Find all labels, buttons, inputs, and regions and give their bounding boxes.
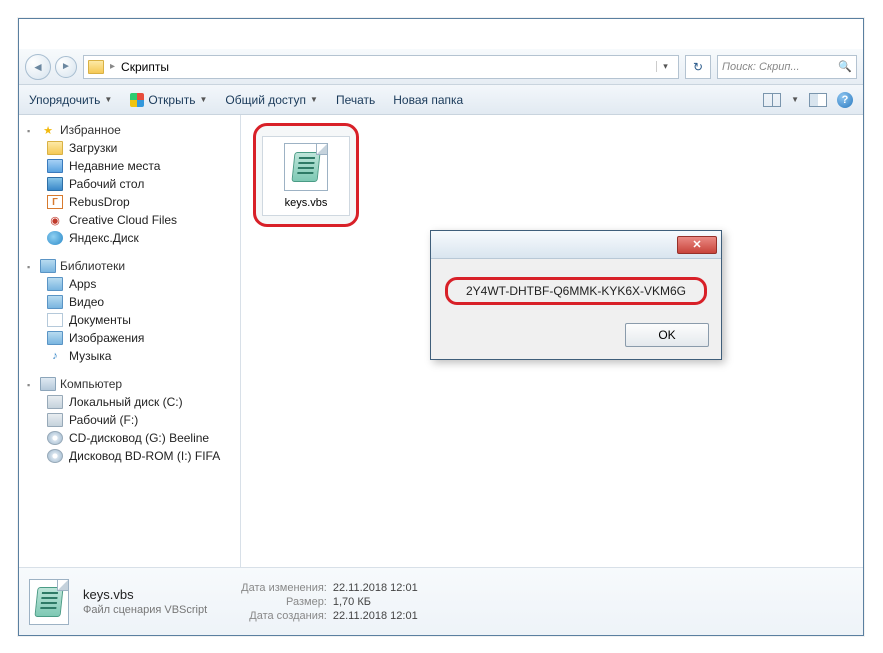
sidebar-item-video[interactable]: Видео xyxy=(19,293,240,311)
sidebar-item-creativecloud[interactable]: ◉Creative Cloud Files xyxy=(19,211,240,229)
sidebar-item-images[interactable]: Изображения xyxy=(19,329,240,347)
details-pane: keys.vbs Файл сценария VBScript Дата изм… xyxy=(19,567,863,635)
chevron-right-icon: ▸ xyxy=(110,61,115,72)
collapse-icon: ▪ xyxy=(27,262,36,271)
sidebar-item-downloads[interactable]: Загрузки xyxy=(19,139,240,157)
toolbar: Упорядочить ▼ Открыть ▼ Общий доступ ▼ П… xyxy=(19,85,863,115)
preview-pane-button[interactable] xyxy=(809,93,827,107)
help-icon[interactable]: ? xyxy=(837,92,853,108)
computer-group[interactable]: ▪ Компьютер xyxy=(19,375,240,393)
details-size-label: Размер: xyxy=(241,596,327,608)
yandex-disk-icon xyxy=(47,231,63,245)
organize-menu[interactable]: Упорядочить ▼ xyxy=(29,93,112,107)
document-icon xyxy=(47,313,63,327)
new-folder-button[interactable]: Новая папка xyxy=(393,93,463,107)
navigation-bar: ◄ ► ▸ Скрипты ▾ ↻ Поиск: Скрип... 🔍 xyxy=(19,49,863,85)
vbscript-icon xyxy=(29,579,69,625)
print-button[interactable]: Печать xyxy=(336,93,375,107)
sidebar-item-recent[interactable]: Недавние места xyxy=(19,157,240,175)
library-icon xyxy=(40,259,56,273)
image-icon xyxy=(47,331,63,345)
cd-icon xyxy=(47,431,63,445)
library-icon xyxy=(47,277,63,291)
details-size-value: 1,70 КБ xyxy=(333,596,418,608)
file-name-label: keys.vbs xyxy=(267,197,345,209)
sidebar-item-drive-g[interactable]: CD-дисковод (G:) Beeline xyxy=(19,429,240,447)
share-menu[interactable]: Общий доступ ▼ xyxy=(225,93,318,107)
address-bar[interactable]: ▸ Скрипты ▾ xyxy=(83,55,679,79)
file-item-keys[interactable]: keys.vbs xyxy=(253,123,359,227)
drive-icon xyxy=(47,413,63,427)
message-dialog: ✕ 2Y4WT-DHTBF-Q6MMK-KYK6X-VKM6G OK xyxy=(430,230,722,360)
address-dropdown-icon[interactable]: ▾ xyxy=(656,61,674,72)
chevron-down-icon: ▼ xyxy=(310,95,318,104)
libraries-group[interactable]: ▪ Библиотеки xyxy=(19,257,240,275)
refresh-button[interactable]: ↻ xyxy=(685,55,711,79)
view-options-button[interactable] xyxy=(763,93,781,107)
computer-icon xyxy=(40,377,56,391)
address-segment[interactable]: Скрипты xyxy=(121,60,169,74)
vbscript-icon xyxy=(284,143,328,191)
sidebar-item-yandexdisk[interactable]: Яндекс.Диск xyxy=(19,229,240,247)
star-icon: ★ xyxy=(40,123,56,137)
sidebar-item-rebusdrop[interactable]: ГRebusDrop xyxy=(19,193,240,211)
desktop-icon xyxy=(47,177,63,191)
sidebar-item-drive-c[interactable]: Локальный диск (C:) xyxy=(19,393,240,411)
rebusdrop-icon: Г xyxy=(47,195,63,209)
recent-icon xyxy=(47,159,63,173)
details-file-type: Файл сценария VBScript xyxy=(83,604,207,616)
creative-cloud-icon: ◉ xyxy=(47,213,63,227)
product-key-text: 2Y4WT-DHTBF-Q6MMK-KYK6X-VKM6G xyxy=(445,277,707,305)
details-created-label: Дата создания: xyxy=(241,610,327,622)
search-placeholder: Поиск: Скрип... xyxy=(722,61,800,73)
dialog-close-button[interactable]: ✕ xyxy=(677,236,717,254)
chevron-down-icon: ▼ xyxy=(104,95,112,104)
search-icon: 🔍 xyxy=(838,60,852,73)
sidebar-item-drive-i[interactable]: Дисковод BD-ROM (I:) FIFA xyxy=(19,447,240,465)
details-created-value: 22.11.2018 12:01 xyxy=(333,610,418,622)
dialog-titlebar: ✕ xyxy=(431,231,721,259)
details-file-name: keys.vbs xyxy=(83,587,207,602)
sidebar-item-desktop[interactable]: Рабочий стол xyxy=(19,175,240,193)
ok-button[interactable]: OK xyxy=(625,323,709,347)
open-icon xyxy=(130,93,144,107)
collapse-icon: ▪ xyxy=(27,126,36,135)
sidebar-item-drive-f[interactable]: Рабочий (F:) xyxy=(19,411,240,429)
music-icon: ♪ xyxy=(47,349,63,363)
folder-icon xyxy=(88,60,104,74)
bd-icon xyxy=(47,449,63,463)
chevron-down-icon: ▼ xyxy=(199,95,207,104)
chevron-down-icon[interactable]: ▼ xyxy=(791,95,799,104)
navigation-pane: ▪ ★ Избранное Загрузки Недавние места Ра… xyxy=(19,115,241,567)
sidebar-item-music[interactable]: ♪Музыка xyxy=(19,347,240,365)
details-modified-value: 22.11.2018 12:01 xyxy=(333,582,418,594)
sidebar-item-documents[interactable]: Документы xyxy=(19,311,240,329)
collapse-icon: ▪ xyxy=(27,380,36,389)
nav-back-button[interactable]: ◄ xyxy=(25,54,51,80)
details-modified-label: Дата изменения: xyxy=(241,582,327,594)
nav-forward-button[interactable]: ► xyxy=(55,56,77,78)
favorites-group[interactable]: ▪ ★ Избранное xyxy=(19,121,240,139)
drive-icon xyxy=(47,395,63,409)
search-input[interactable]: Поиск: Скрип... 🔍 xyxy=(717,55,857,79)
video-icon xyxy=(47,295,63,309)
open-menu[interactable]: Открыть ▼ xyxy=(130,93,207,107)
sidebar-item-apps[interactable]: Apps xyxy=(19,275,240,293)
folder-icon xyxy=(47,141,63,155)
